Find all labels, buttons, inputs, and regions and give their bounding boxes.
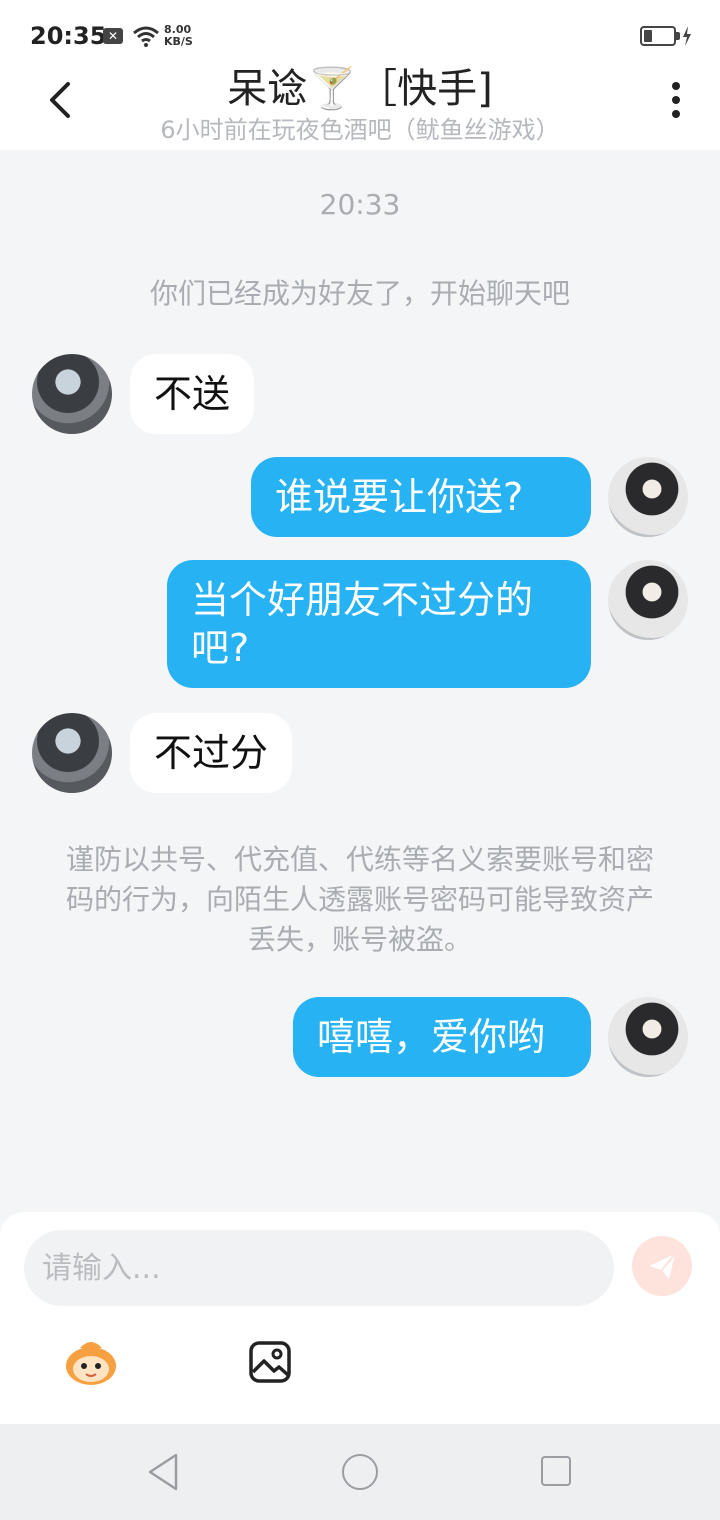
composer xyxy=(0,1212,720,1424)
battery-tip xyxy=(676,32,680,40)
incoming-message[interactable]: 不送 xyxy=(130,354,255,434)
outgoing-message[interactable]: 谁说要让你送? xyxy=(251,457,591,537)
charging-icon xyxy=(683,26,691,46)
contact-avatar[interactable] xyxy=(32,713,112,793)
send-button[interactable] xyxy=(632,1236,692,1296)
notification-x-icon: ✕ xyxy=(103,28,123,44)
emoji-icon[interactable] xyxy=(62,1336,120,1388)
incoming-message[interactable]: 不过分 xyxy=(130,713,293,793)
system-nav-bar xyxy=(0,1424,720,1520)
network-speed-unit: KB/S xyxy=(164,35,193,48)
nav-back-icon[interactable] xyxy=(146,1452,182,1492)
network-speed: 8.00 KB/S xyxy=(164,24,193,48)
top-bar: 20:35 ✕ 8.00 KB/S 呆谂🍸［快手] 6小时前在玩夜色酒吧（鱿鱼丝… xyxy=(0,0,720,150)
battery-icon xyxy=(640,26,676,46)
image-icon[interactable] xyxy=(248,1340,292,1384)
message-list[interactable]: 20:33 你们已经成为好友了，开始聊天吧 不送 谁说要让你送? 当个好朋友不过… xyxy=(0,150,720,1212)
system-notice: 你们已经成为好友了，开始聊天吧 xyxy=(149,277,570,310)
contact-avatar[interactable] xyxy=(32,354,112,434)
status-time: 20:35 xyxy=(30,22,107,50)
outgoing-message[interactable]: 当个好朋友不过分的吧? xyxy=(167,560,591,688)
chat-screen: 20:35 ✕ 8.00 KB/S 呆谂🍸［快手] 6小时前在玩夜色酒吧（鱿鱼丝… xyxy=(0,0,720,1520)
send-icon xyxy=(649,1253,676,1279)
security-warning: 谨防以共号、代充值、代练等名义索要账号和密码的行为，向陌生人透露账号密码可能导致… xyxy=(65,843,654,956)
outgoing-message[interactable]: 嘻嘻，爱你哟 xyxy=(293,997,591,1077)
my-avatar[interactable] xyxy=(608,457,688,537)
chat-title: 呆谂🍸［快手] xyxy=(227,66,493,112)
nav-home-icon[interactable] xyxy=(342,1454,378,1490)
message-input[interactable] xyxy=(24,1230,614,1306)
my-avatar[interactable] xyxy=(608,560,688,640)
my-avatar[interactable] xyxy=(608,997,688,1077)
time-separator: 20:33 xyxy=(319,188,401,221)
nav-recent-apps-icon[interactable] xyxy=(541,1456,571,1486)
wifi-icon xyxy=(133,26,159,47)
more-options-icon[interactable] xyxy=(664,80,688,120)
chat-subtitle: 6小时前在玩夜色酒吧（鱿鱼丝游戏） xyxy=(160,116,560,144)
